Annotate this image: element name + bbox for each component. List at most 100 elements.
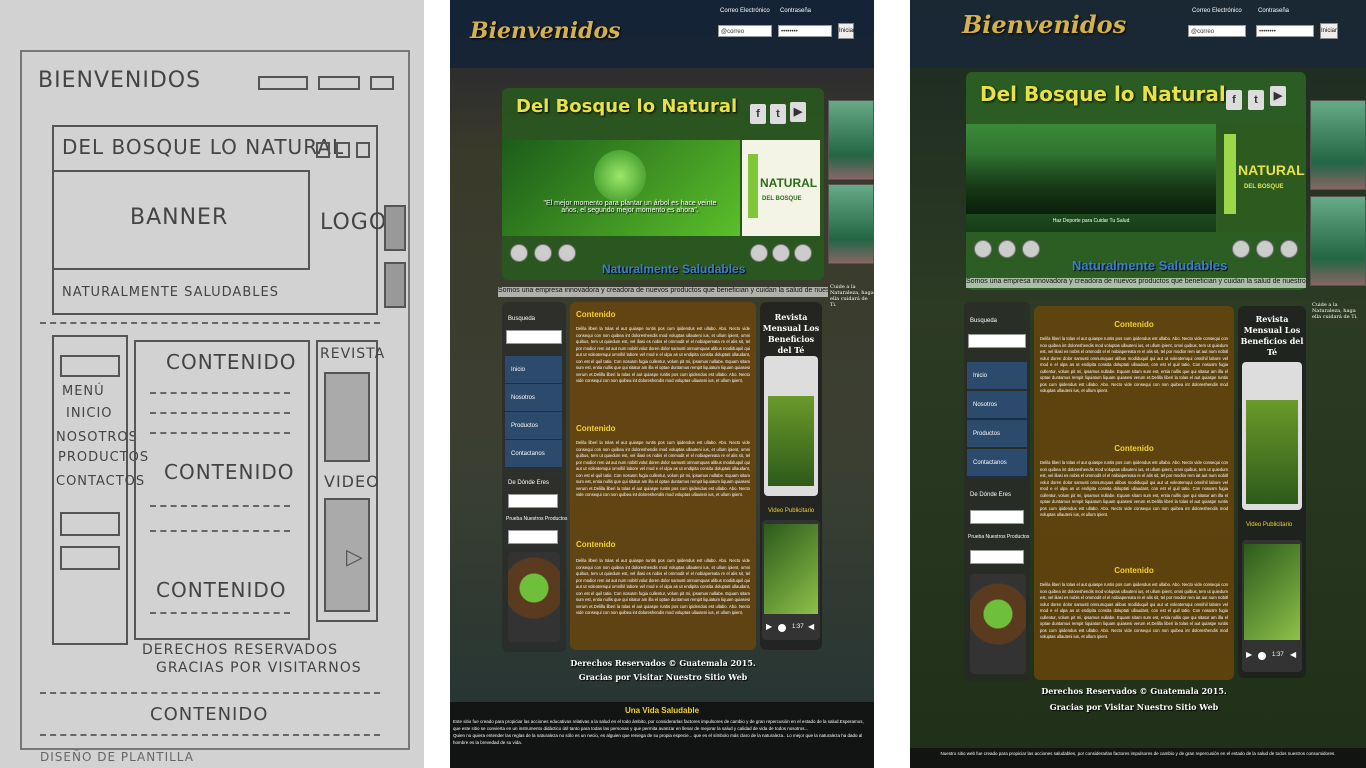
search-label: Busqueda bbox=[508, 316, 536, 322]
seek-icon-2[interactable] bbox=[1258, 652, 1266, 660]
natural-logo-text: NATURAL bbox=[760, 176, 818, 190]
menu-item-nosotros-2[interactable]: Nosotros bbox=[967, 391, 1027, 419]
password-input[interactable]: •••••••• bbox=[778, 25, 832, 37]
content-title-4: Contenido bbox=[1114, 320, 1154, 329]
sketch-line-5 bbox=[150, 530, 290, 532]
facebook-icon[interactable]: f bbox=[750, 104, 766, 124]
magazine-cover-2 bbox=[1246, 400, 1298, 504]
play-button-icon-2[interactable]: ▶ bbox=[1246, 650, 1252, 659]
product-icon-1 bbox=[510, 244, 528, 262]
sketch-side-img-2 bbox=[384, 262, 406, 308]
product-icon-4 bbox=[750, 244, 768, 262]
sketch-divider-3 bbox=[40, 734, 380, 736]
volume-icon-2[interactable]: ◀ bbox=[1290, 650, 1296, 659]
menu-item-productos-2[interactable]: Productos bbox=[967, 420, 1027, 448]
menu-item-contactanos-2[interactable]: Contactanos bbox=[967, 449, 1027, 477]
login-button-2[interactable]: Iniciar bbox=[1320, 23, 1338, 39]
content-text-5: Delila liberi la tolas el aut quiaspe ru… bbox=[1040, 460, 1228, 517]
banner-caption-2: Haz Deporte para Cuidar Tu Salud bbox=[1052, 218, 1130, 224]
sketch-title: BIENVENIDOS bbox=[38, 68, 202, 93]
email-input-2[interactable]: @correo bbox=[1188, 25, 1246, 37]
footer-rights-2: Derechos Reservados © Guatemala 2015. bbox=[1041, 686, 1227, 696]
twitter-icon[interactable]: t bbox=[770, 104, 786, 124]
menu-item-inicio[interactable]: Inicio bbox=[505, 356, 562, 384]
youtube-icon[interactable]: ▶ bbox=[790, 102, 806, 122]
search-input[interactable] bbox=[506, 330, 562, 344]
vida-title: Una Vida Saludable bbox=[624, 706, 700, 715]
sketch-search bbox=[60, 355, 120, 377]
password-input-2[interactable]: •••••••• bbox=[1256, 25, 1314, 37]
banner-image bbox=[502, 140, 740, 236]
product-icon-12 bbox=[1280, 240, 1298, 258]
side-image-2 bbox=[828, 184, 874, 264]
search-label-2: Busqueda bbox=[970, 318, 998, 324]
where-input-2[interactable] bbox=[970, 510, 1024, 524]
video-time: 1:37 bbox=[792, 624, 804, 630]
where-label-2: De Dónde Eres bbox=[970, 492, 1012, 498]
video-label-2: Video Publicitario bbox=[1246, 522, 1293, 528]
video-thumbnail-2 bbox=[1244, 544, 1300, 640]
products-input-2[interactable] bbox=[970, 550, 1024, 564]
revista-title-2: Revista Mensual Los Beneficios del Té bbox=[1240, 314, 1304, 357]
video-player-2[interactable]: ▶ 1:37 ◀ bbox=[1242, 540, 1302, 672]
side-image-3 bbox=[1310, 100, 1366, 190]
natural-logo-sub: DEL BOSQUE bbox=[762, 196, 802, 202]
sketch-menu-2: NOSOTROS bbox=[56, 430, 138, 445]
login-button[interactable]: Iniciar bbox=[838, 23, 855, 39]
content-title-3: Contenido bbox=[576, 540, 616, 549]
sketch-menu-col bbox=[52, 335, 128, 645]
email-label: Correo Electrónico bbox=[720, 8, 770, 14]
play-icon: ▷ bbox=[346, 545, 364, 570]
product-icon-2 bbox=[534, 244, 552, 262]
products-input[interactable] bbox=[508, 530, 558, 544]
where-input[interactable] bbox=[508, 494, 558, 508]
volume-icon[interactable]: ◀ bbox=[808, 622, 814, 631]
marquee-text: Somos una empresa innovadora y creadora … bbox=[498, 287, 828, 297]
subtitle: Naturalmente Saludables bbox=[602, 262, 746, 276]
sketch-line-2 bbox=[150, 412, 290, 414]
menu-item-contactanos[interactable]: Contactanos bbox=[505, 440, 562, 468]
tree-icon bbox=[748, 154, 758, 218]
content-title-6: Contenido bbox=[1114, 566, 1154, 575]
natural-logo-sub-2: DEL BOSQUE bbox=[1244, 184, 1284, 190]
sketch-footer-2: GRACIAS POR VISITARNOS bbox=[156, 660, 362, 676]
sketch-divider-2 bbox=[40, 692, 380, 694]
sketch-banner: BANNER bbox=[130, 205, 229, 230]
sketch-line-4 bbox=[150, 505, 290, 507]
sketch-corner-text: DISEÑO DE PLANTILLA bbox=[40, 750, 194, 764]
products-label: Prueba Nuestros Productos bbox=[506, 516, 568, 522]
video-player[interactable]: ▶ 1:37 ◀ bbox=[762, 520, 820, 640]
content-text-3: Delila liberi la tolas el aut quiaspe ru… bbox=[576, 558, 750, 615]
menu-item-nosotros[interactable]: Nosotros bbox=[505, 384, 562, 412]
sketch-header-title: DEL BOSQUE LO NATURAL bbox=[62, 135, 345, 159]
magazine-viewer-2[interactable] bbox=[1242, 362, 1302, 510]
sketch-revista-img bbox=[324, 372, 370, 462]
globe-icon bbox=[594, 150, 646, 202]
seek-icon[interactable] bbox=[778, 624, 786, 632]
site-logo: Bienvenidos bbox=[470, 18, 621, 44]
twitter-icon-2[interactable]: t bbox=[1248, 90, 1264, 110]
facebook-icon-2[interactable]: f bbox=[1226, 90, 1242, 110]
menu-item-productos[interactable]: Productos bbox=[505, 412, 562, 440]
sketch-button bbox=[370, 76, 394, 90]
sketch-field-2 bbox=[60, 546, 120, 570]
sketch-logo: LOGO bbox=[320, 210, 388, 235]
play-button-icon[interactable]: ▶ bbox=[766, 622, 772, 631]
password-label: Contraseña bbox=[780, 8, 812, 14]
content-text-4: Delila liberi la tolas el aut quiaspe ru… bbox=[1040, 336, 1228, 393]
sketch-menu-0: MENÚ bbox=[62, 384, 105, 399]
website-mockup-2: Bienvenidos Correo Electrónico Contraseñ… bbox=[910, 0, 1366, 768]
menu-item-inicio-2[interactable]: Inicio bbox=[967, 362, 1027, 390]
magazine-viewer[interactable] bbox=[764, 356, 818, 496]
youtube-icon-2[interactable]: ▶ bbox=[1270, 86, 1286, 106]
natural-logo-text-2: NATURAL bbox=[1238, 162, 1305, 178]
product-icon-5 bbox=[772, 244, 790, 262]
email-input[interactable]: @correo bbox=[718, 25, 772, 37]
natural-logo: NATURAL DEL BOSQUE bbox=[742, 140, 820, 236]
content-text-1: Delila liberi la tolas el aut quiaspe ru… bbox=[576, 326, 750, 383]
sketch-line-3 bbox=[150, 432, 290, 434]
search-input-2[interactable] bbox=[968, 334, 1026, 348]
plant-image-2 bbox=[970, 574, 1026, 674]
sketch-divider bbox=[40, 322, 380, 324]
content-title-5: Contenido bbox=[1114, 444, 1154, 453]
